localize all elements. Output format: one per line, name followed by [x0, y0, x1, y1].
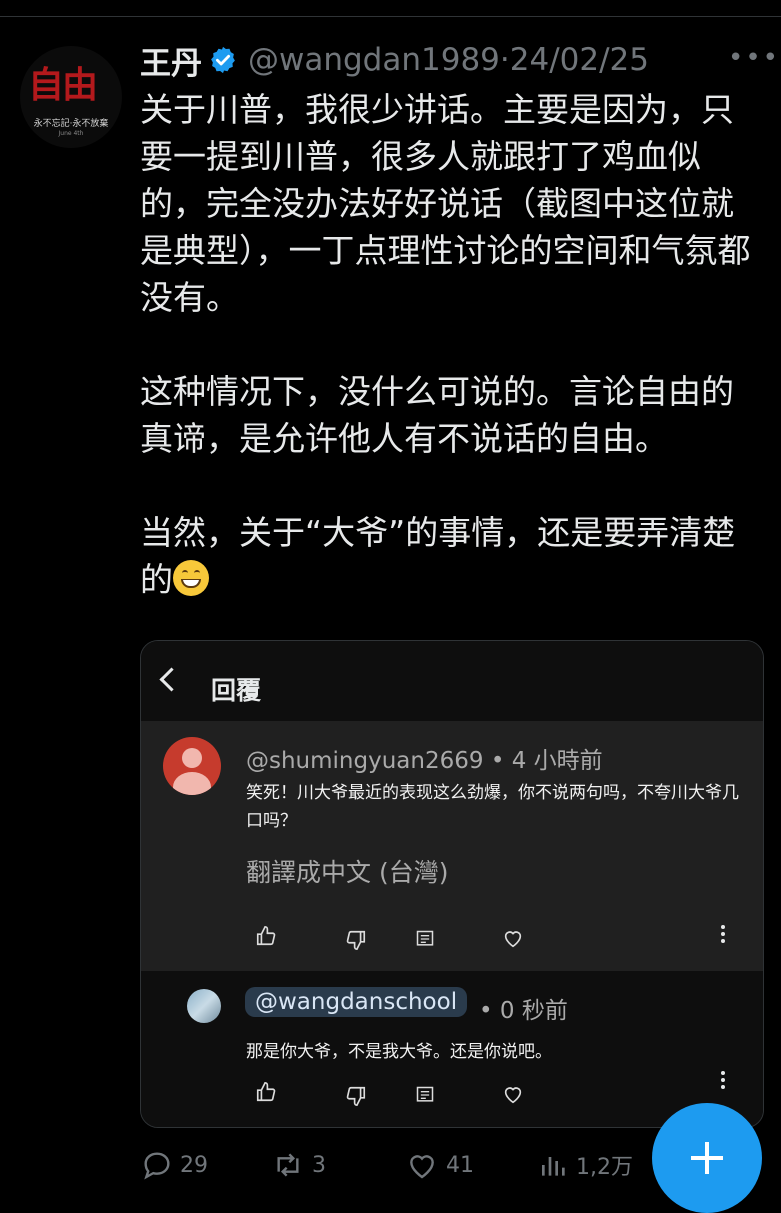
comment-2-avatar	[187, 989, 221, 1023]
comment-1-translate: 翻譯成中文 (台灣)	[246, 858, 449, 887]
thumbs-down-icon	[346, 1086, 366, 1106]
verified-badge-icon	[211, 46, 235, 74]
embedded-title: 回覆	[211, 676, 262, 705]
tweet-paragraph-3: 当然，关于“大爷”的事情，还是要弄清楚的	[140, 509, 755, 603]
comment-icon	[416, 930, 434, 946]
reply-icon	[144, 1152, 170, 1180]
heart-icon	[504, 1087, 522, 1104]
compose-button[interactable]	[652, 1103, 762, 1213]
comment-2: @wangdanschool • 0 秒前 那是你大爷，不是我大爷。还是你说吧。	[141, 971, 763, 1127]
more-horizontal-icon[interactable]: •••	[728, 45, 780, 71]
tweet-paragraph-2: 这种情况下，没什么可说的。言论自由的真谛，是允许他人有不说话的自由。	[140, 372, 734, 458]
author-avatar[interactable]: 自由 永不忘記·永不放棄 June 4th	[20, 46, 122, 148]
tweet-paragraph-3-text: 当然，关于“大爷”的事情，还是要弄清楚的	[140, 513, 736, 599]
thumbs-down-icon	[346, 930, 366, 950]
top-divider	[0, 16, 781, 17]
comment-2-time: • 0 秒前	[479, 998, 568, 1024]
comment-1-body: 笑死！川大爷最近的表现这么劲爆，你不说两句吗，不夸川大爷几口吗？	[246, 783, 739, 831]
thumbs-up-icon	[256, 1082, 276, 1102]
embedded-header: 回覆	[141, 641, 763, 721]
comment-icon	[416, 1086, 434, 1102]
like-button[interactable]: 41	[404, 1145, 474, 1185]
retweet-button[interactable]: 3	[270, 1145, 326, 1185]
comment-1-actions	[141, 925, 763, 955]
tweet-text: 关于川普，我很少讲话。主要是因为，只要一提到川普，很多人就跟打了鸡血似的，完全没…	[140, 86, 755, 603]
chevron-left-icon	[159, 667, 184, 692]
views-bar-chart-icon	[542, 1157, 565, 1176]
tweet-metrics: 29 3 41 1,2万	[140, 1145, 660, 1185]
reply-button[interactable]: 29	[140, 1145, 208, 1185]
views-button[interactable]: 1,2万	[538, 1145, 633, 1185]
tweet-paragraph-1: 关于川普，我很少讲话。主要是因为，只要一提到川普，很多人就跟打了鸡血似的，完全没…	[140, 90, 751, 317]
heart-icon	[410, 1155, 434, 1179]
comment-2-more-vertical-icon	[721, 1071, 725, 1092]
comment-1-more-vertical-icon	[721, 925, 725, 946]
avatar-date-text: June 4th	[58, 130, 84, 137]
embedded-screenshot[interactable]: 回覆 @shumingyuan2669 • 4 小時前 笑死！川大爷最近的表现这…	[140, 640, 764, 1128]
comment-1: @shumingyuan2669 • 4 小時前 笑死！川大爷最近的表现这么劲爆…	[141, 721, 763, 971]
retweet-count: 3	[312, 1152, 326, 1178]
avatar-logo-text: 自由	[28, 64, 98, 106]
retweet-icon	[277, 1153, 299, 1177]
heart-icon	[504, 931, 522, 948]
comment-1-avatar	[163, 737, 221, 795]
comment-1-header: @shumingyuan2669 • 4 小時前	[246, 748, 603, 774]
thumbs-up-icon	[256, 926, 276, 946]
reply-count: 29	[180, 1152, 208, 1178]
comment-2-body: 那是你大爷，不是我大爷。还是你说吧。	[246, 1042, 552, 1062]
avatar-subtitle: 永不忘記·永不放棄	[33, 119, 109, 129]
author-name[interactable]: 王丹	[140, 38, 202, 83]
grinning-face-emoji-icon	[173, 560, 209, 596]
author-handle-date[interactable]: @wangdan1989·24/02/25	[248, 42, 649, 78]
comment-2-mention: @wangdanschool	[245, 987, 468, 1017]
comment-2-actions	[141, 1071, 763, 1111]
views-count: 1,2万	[576, 1155, 633, 1180]
tweet-header: 王丹 @wangdan1989·24/02/25	[140, 38, 649, 83]
like-count: 41	[446, 1152, 474, 1178]
